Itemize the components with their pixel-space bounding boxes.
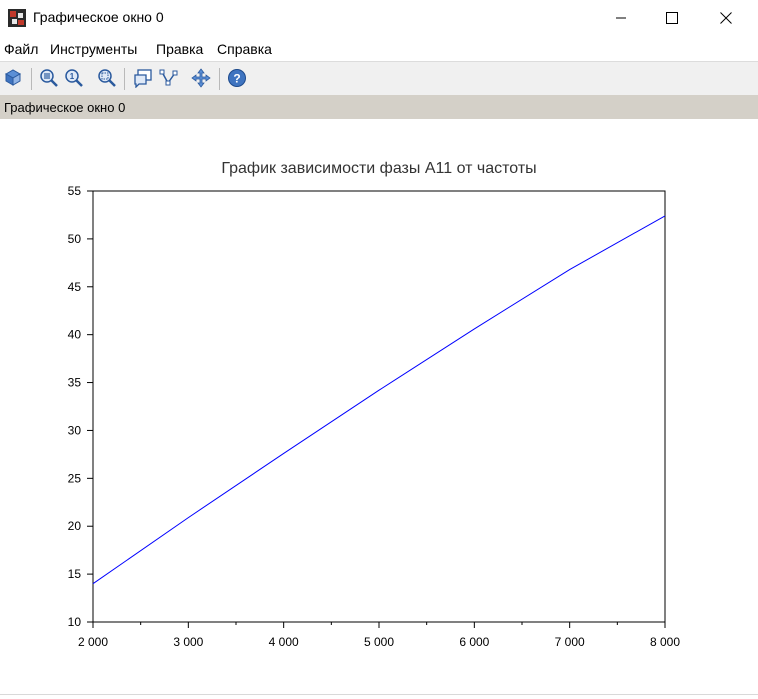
menu-bar: Файл Инструменты Правка Справка	[0, 38, 758, 60]
x-tick-label: 7 000	[555, 635, 585, 649]
curve-editor-button[interactable]	[158, 67, 180, 89]
svg-text:1: 1	[70, 72, 75, 81]
figure-info-bar: Графическое окно 0	[0, 95, 758, 119]
toolbar-separator	[219, 68, 220, 90]
bottom-border	[0, 694, 758, 695]
chart-title: График зависимости фазы A11 от частоты	[221, 160, 536, 177]
x-tick-label: 8 000	[650, 635, 680, 649]
zoom-area-button[interactable]	[96, 67, 118, 89]
toolbar-separator	[124, 68, 125, 90]
x-tick-label: 6 000	[459, 635, 489, 649]
help-icon: ?	[228, 69, 246, 87]
pan-button[interactable]	[190, 67, 212, 89]
y-tick-label: 40	[68, 328, 82, 342]
x-tick-label: 2 000	[78, 635, 108, 649]
axes-layer: 2 000 3 000 4 000 5 000 6 000 7 000 8 000 10 15 2…	[68, 184, 681, 649]
y-tick-label: 55	[68, 184, 82, 198]
minimize-button[interactable]	[598, 0, 644, 36]
menu-edit[interactable]: Правка	[156, 41, 203, 57]
window-title: Графическое окно 0	[33, 9, 164, 25]
menu-tools[interactable]: Инструменты	[50, 41, 137, 57]
x-tick-label: 3 000	[173, 635, 203, 649]
maximize-button[interactable]	[649, 0, 695, 36]
x-tick-label: 5 000	[364, 635, 394, 649]
plot-canvas[interactable]: График зависимости фазы A11 от частоты 2…	[0, 120, 758, 694]
rotate-button[interactable]	[2, 67, 24, 89]
figure-info-text: Графическое окно 0	[4, 100, 126, 115]
chart-svg[interactable]: График зависимости фазы A11 от частоты 2…	[0, 120, 758, 694]
x-tick-label: 4 000	[269, 635, 299, 649]
y-tick-label: 45	[68, 280, 82, 294]
y-tick-label: 20	[68, 519, 82, 533]
y-tick-label: 30	[68, 423, 82, 437]
menu-file[interactable]: Файл	[4, 41, 38, 57]
zoom-original-icon: 1	[65, 69, 83, 87]
rotate-icon	[4, 69, 22, 86]
pan-icon	[191, 68, 211, 88]
y-tick-label: 25	[68, 471, 82, 485]
window-title-bar[interactable]: Графическое окно 0	[0, 0, 758, 36]
zoom-in-icon	[40, 69, 58, 87]
zoom-area-icon	[98, 69, 116, 87]
close-button[interactable]	[703, 0, 749, 36]
toolbar-separator	[31, 68, 32, 90]
datatip-button[interactable]	[132, 67, 154, 89]
y-tick-label: 10	[68, 615, 82, 629]
close-icon	[720, 12, 732, 24]
datatip-icon	[134, 69, 152, 88]
series-line	[92, 215, 666, 585]
plot-frame	[92, 190, 666, 623]
y-tick-label: 50	[68, 232, 82, 246]
menu-help[interactable]: Справка	[217, 41, 272, 57]
curve-editor-icon	[159, 69, 178, 86]
series-layer	[92, 215, 666, 585]
maximize-icon	[666, 12, 678, 24]
scilab-app-icon	[8, 9, 26, 27]
y-tick-label: 15	[68, 567, 82, 581]
minimize-icon	[616, 17, 626, 19]
svg-text:?: ?	[233, 72, 240, 86]
toolbar: 1 ?	[0, 61, 758, 95]
zoom-in-button[interactable]	[38, 67, 60, 89]
help-button[interactable]: ?	[226, 67, 248, 89]
y-tick-label: 35	[68, 376, 82, 390]
zoom-original-button[interactable]: 1	[63, 67, 85, 89]
